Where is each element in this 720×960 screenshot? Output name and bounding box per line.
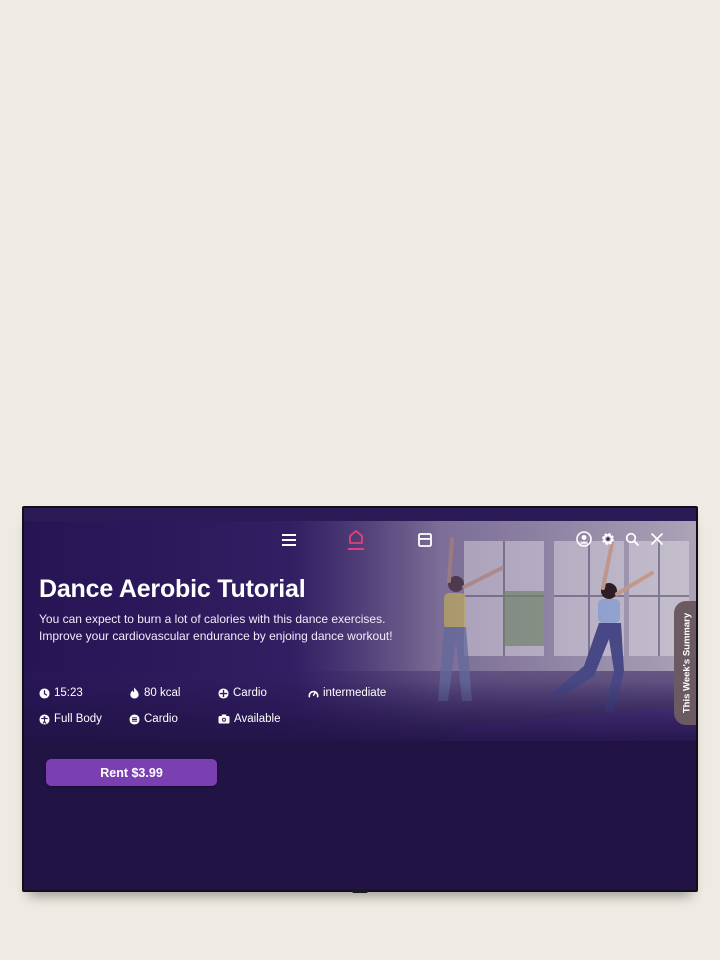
crosshair-icon [218, 687, 229, 699]
list-circle-icon [129, 713, 140, 725]
body-icon [39, 713, 50, 725]
camera-icon [218, 714, 230, 724]
category-value: Cardio [233, 687, 267, 699]
clock-icon [39, 687, 50, 699]
tv-frame: Dance Aerobic Tutorial You can expect to… [22, 506, 698, 892]
profile-icon[interactable] [575, 530, 593, 548]
description-line: You can expect to burn a lot of calories… [39, 612, 386, 626]
calories-value: 80 kcal [144, 687, 181, 699]
level-value: intermediate [323, 687, 387, 699]
meta-duration: 15:23 [39, 687, 83, 699]
hamburger-icon[interactable] [280, 531, 298, 549]
description-line: Improve your cardiovascular endurance by… [39, 629, 393, 643]
weekly-summary-tab[interactable]: This Week's Summary [674, 601, 696, 725]
body-part-value: Full Body [54, 713, 102, 725]
search-icon[interactable] [623, 530, 641, 548]
hero-description: You can expect to burn a lot of calories… [39, 611, 419, 645]
meta-category: Cardio [218, 687, 267, 699]
meta-type: Cardio [129, 713, 178, 725]
meta-level: intermediate [308, 687, 386, 699]
home-icon [348, 530, 364, 550]
weekly-summary-label: This Week's Summary [681, 612, 693, 714]
library-icon[interactable] [416, 531, 434, 549]
meta-body-part: Full Body [39, 713, 102, 725]
top-strip [24, 508, 696, 521]
meta-calories: 80 kcal [129, 687, 180, 699]
hero-banner: Dance Aerobic Tutorial You can expect to… [24, 521, 696, 741]
tv-screen: Dance Aerobic Tutorial You can expect to… [24, 508, 696, 890]
duration-value: 15:23 [54, 687, 83, 699]
flame-icon [130, 687, 139, 699]
page-title: Dance Aerobic Tutorial [39, 575, 306, 603]
meta-camera: Available [218, 713, 280, 725]
type-value: Cardio [144, 713, 178, 725]
gear-icon[interactable] [599, 530, 617, 548]
home-tab[interactable] [346, 529, 366, 551]
close-icon[interactable] [648, 530, 666, 548]
tv-stand [352, 889, 368, 893]
gauge-icon [308, 690, 319, 698]
rent-button[interactable]: Rent $3.99 [46, 759, 217, 786]
camera-value: Available [234, 713, 281, 725]
